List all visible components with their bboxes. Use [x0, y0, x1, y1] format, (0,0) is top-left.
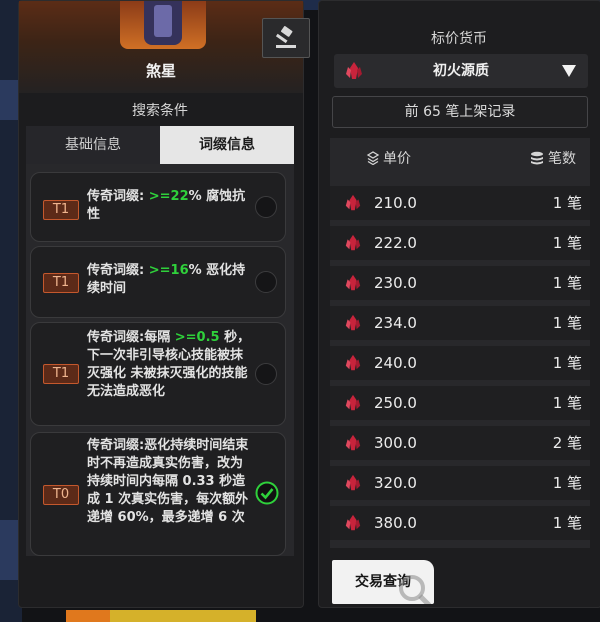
tier-badge: T1	[43, 273, 79, 293]
table-row[interactable]: 210.0 1 笔	[330, 186, 590, 220]
row-price: 210.0	[374, 194, 417, 212]
gavel-button[interactable]	[262, 18, 310, 58]
row-count: 1 笔	[552, 234, 582, 252]
checkmark-icon[interactable]	[255, 481, 279, 505]
magnifier-icon	[399, 575, 432, 604]
red-crystal-icon	[345, 354, 361, 371]
chevron-down-icon	[562, 65, 576, 77]
affix-card[interactable]: T1 传奇词缀: >=16% 恶化持续时间	[30, 246, 286, 318]
table-row[interactable]: 240.0 1 笔	[330, 346, 590, 380]
currency-name: 初火源质	[433, 63, 489, 79]
row-count: 1 笔	[552, 194, 582, 212]
red-crystal-icon	[345, 194, 361, 211]
red-crystal-icon	[345, 314, 361, 331]
red-crystal-icon	[345, 394, 361, 411]
table-row[interactable]: 320.0 1 笔	[330, 466, 590, 500]
search-conditions-title: 搜索条件	[132, 103, 188, 119]
red-crystal-icon	[345, 274, 361, 291]
affix-card[interactable]: T1 传奇词缀: >=22% 腐蚀抗性	[30, 172, 286, 242]
row-price: 250.0	[374, 394, 417, 412]
affix-card[interactable]: T0 传奇词缀:恶化持续时间结束时不再造成真实伤害，改为持续时间内每隔 0.33…	[30, 432, 286, 556]
row-count: 1 笔	[552, 474, 582, 492]
red-crystal-icon	[345, 474, 361, 491]
affix-list: T1 传奇词缀: >=22% 腐蚀抗性 T1 传奇词缀: >=16% 恶化持续时…	[26, 164, 294, 556]
row-count: 1 笔	[552, 314, 582, 332]
row-count: 1 笔	[552, 394, 582, 412]
tier-badge: T1	[43, 364, 79, 384]
affix-description: 传奇词缀: >=22% 腐蚀抗性	[87, 189, 246, 222]
affix-card[interactable]: T1 传奇词缀:每隔 >=0.5 秒，下一次非引导核心技能被抹灭强化 未被抹灭强…	[30, 322, 286, 426]
row-count: 1 笔	[552, 354, 582, 372]
armor-chest-icon	[120, 1, 206, 49]
select-radio[interactable]	[255, 271, 277, 293]
row-price: 240.0	[374, 354, 417, 372]
stack-icon	[366, 151, 380, 165]
affix-description: 传奇词缀:恶化持续时间结束时不再造成真实伤害，改为持续时间内每隔 0.33 秒造…	[87, 438, 249, 525]
tab-affix-info[interactable]: 词缀信息	[160, 126, 294, 164]
coins-icon	[531, 151, 543, 165]
row-price: 300.0	[374, 434, 417, 452]
affix-description: 传奇词缀: >=16% 恶化持续时间	[87, 263, 246, 296]
row-count: 2 笔	[552, 434, 582, 452]
row-price: 234.0	[374, 314, 417, 332]
gavel-icon	[275, 26, 296, 48]
row-count: 1 笔	[552, 514, 582, 532]
table-row[interactable]: 234.0 1 笔	[330, 306, 590, 340]
row-count: 1 笔	[552, 274, 582, 292]
row-price: 320.0	[374, 474, 417, 492]
red-crystal-icon	[345, 514, 361, 531]
tier-badge: T0	[43, 485, 79, 505]
item-tag-strip	[66, 610, 256, 622]
affix-description: 传奇词缀:每隔 >=0.5 秒，下一次非引导核心技能被抹灭强化 未被抹灭强化的技…	[87, 330, 251, 399]
price-header-label: 单价	[383, 151, 411, 167]
table-row[interactable]: 250.0 1 笔	[330, 386, 590, 420]
red-crystal-icon	[345, 434, 361, 451]
tier-badge: T1	[43, 200, 79, 220]
count-column-header: 笔数	[529, 148, 576, 168]
table-row[interactable]: 380.0 1 笔	[330, 506, 590, 540]
select-radio[interactable]	[255, 363, 277, 385]
red-crystal-icon	[345, 234, 361, 251]
table-row[interactable]: 222.0 1 笔	[330, 226, 590, 260]
price-column-header: 单价	[366, 148, 411, 168]
row-price: 230.0	[374, 274, 417, 292]
records-button[interactable]: 前 65 笔上架记录	[332, 96, 588, 128]
price-table: 单价 笔数 210.0 1 笔 222.0 1 笔 230.0 1 笔 234.…	[330, 138, 590, 548]
item-name: 煞星	[145, 62, 176, 80]
select-radio[interactable]	[255, 196, 277, 218]
row-price: 222.0	[374, 234, 417, 252]
tab-basic-info[interactable]: 基础信息	[26, 126, 160, 164]
currency-dropdown[interactable]: 初火源质	[334, 54, 588, 88]
count-header-label: 笔数	[548, 151, 576, 167]
trade-query-button[interactable]: 交易查询	[332, 560, 434, 604]
table-row[interactable]: 230.0 1 笔	[330, 266, 590, 300]
currency-title: 标价货币	[431, 31, 487, 47]
item-header: 煞星	[19, 1, 303, 93]
tab-bar: 基础信息 词缀信息	[26, 126, 294, 164]
table-row[interactable]: 300.0 2 笔	[330, 426, 590, 460]
row-price: 380.0	[374, 514, 417, 532]
